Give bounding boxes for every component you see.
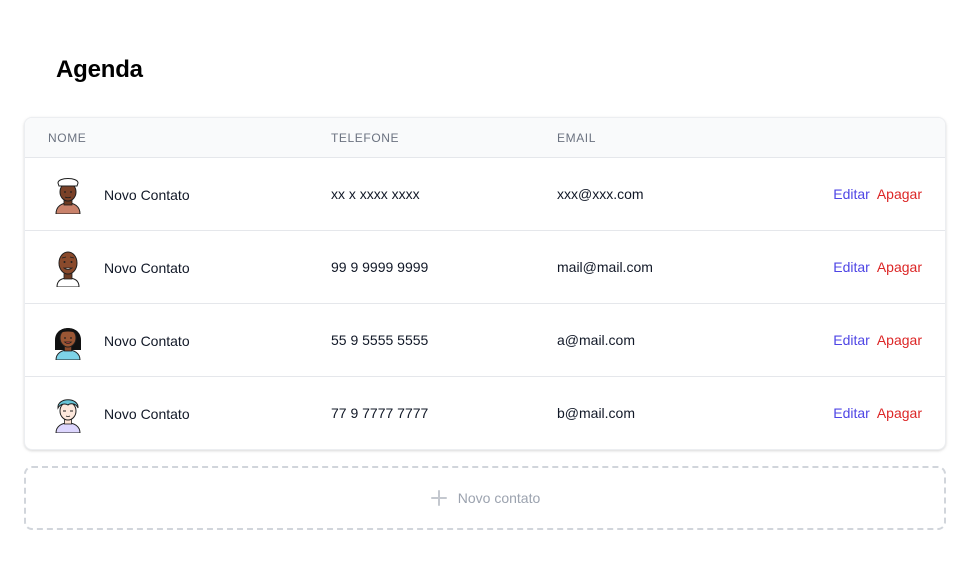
avatar-blue-hair-icon [52, 393, 84, 434]
delete-button[interactable]: Apagar [877, 186, 922, 202]
contact-phone: 77 9 7777 7777 [331, 405, 429, 421]
contact-name: Novo Contato [104, 187, 190, 203]
contact-email: mail@mail.com [557, 259, 653, 275]
table-row: Novo Contato 99 9 9999 9999 mail@mail.co… [25, 231, 945, 304]
edit-button[interactable]: Editar [833, 332, 870, 348]
avatar-woman-icon [52, 320, 84, 361]
new-contact-button[interactable]: Novo contato [24, 466, 946, 530]
avatar-chef-icon [52, 174, 84, 215]
contact-email: xxx@xxx.com [557, 186, 644, 202]
avatar-bald-man-icon [52, 247, 84, 288]
plus-icon [430, 489, 448, 507]
edit-button[interactable]: Editar [833, 186, 870, 202]
contact-phone: 55 9 5555 5555 [331, 332, 429, 348]
row-actions: Editar Apagar [833, 332, 922, 348]
contact-email: b@mail.com [557, 405, 636, 421]
row-actions: Editar Apagar [833, 405, 922, 421]
table-row: Novo Contato xx x xxxx xxxx xxx@xxx.com … [25, 158, 945, 231]
edit-button[interactable]: Editar [833, 405, 870, 421]
table-row: Novo Contato 77 9 7777 7777 b@mail.com E… [25, 377, 945, 449]
page-title: Agenda [56, 56, 143, 83]
contact-email: a@mail.com [557, 332, 636, 348]
edit-button[interactable]: Editar [833, 259, 870, 275]
delete-button[interactable]: Apagar [877, 405, 922, 421]
row-actions: Editar Apagar [833, 259, 922, 275]
column-header-email: EMAIL [557, 131, 597, 145]
contact-name: Novo Contato [104, 260, 190, 276]
delete-button[interactable]: Apagar [877, 332, 922, 348]
row-actions: Editar Apagar [833, 186, 922, 202]
table-header: NOME TELEFONE EMAIL [25, 118, 945, 158]
table-row: Novo Contato 55 9 5555 5555 a@mail.com E… [25, 304, 945, 377]
column-header-phone: TELEFONE [331, 131, 400, 145]
contact-name: Novo Contato [104, 406, 190, 422]
delete-button[interactable]: Apagar [877, 259, 922, 275]
contact-phone: xx x xxxx xxxx [331, 186, 420, 202]
new-contact-label: Novo contato [457, 490, 541, 506]
contacts-table: NOME TELEFONE EMAIL Novo Contato xx x xx… [24, 117, 946, 450]
column-header-name: NOME [48, 131, 87, 145]
contact-phone: 99 9 9999 9999 [331, 259, 429, 275]
contact-name: Novo Contato [104, 333, 190, 349]
